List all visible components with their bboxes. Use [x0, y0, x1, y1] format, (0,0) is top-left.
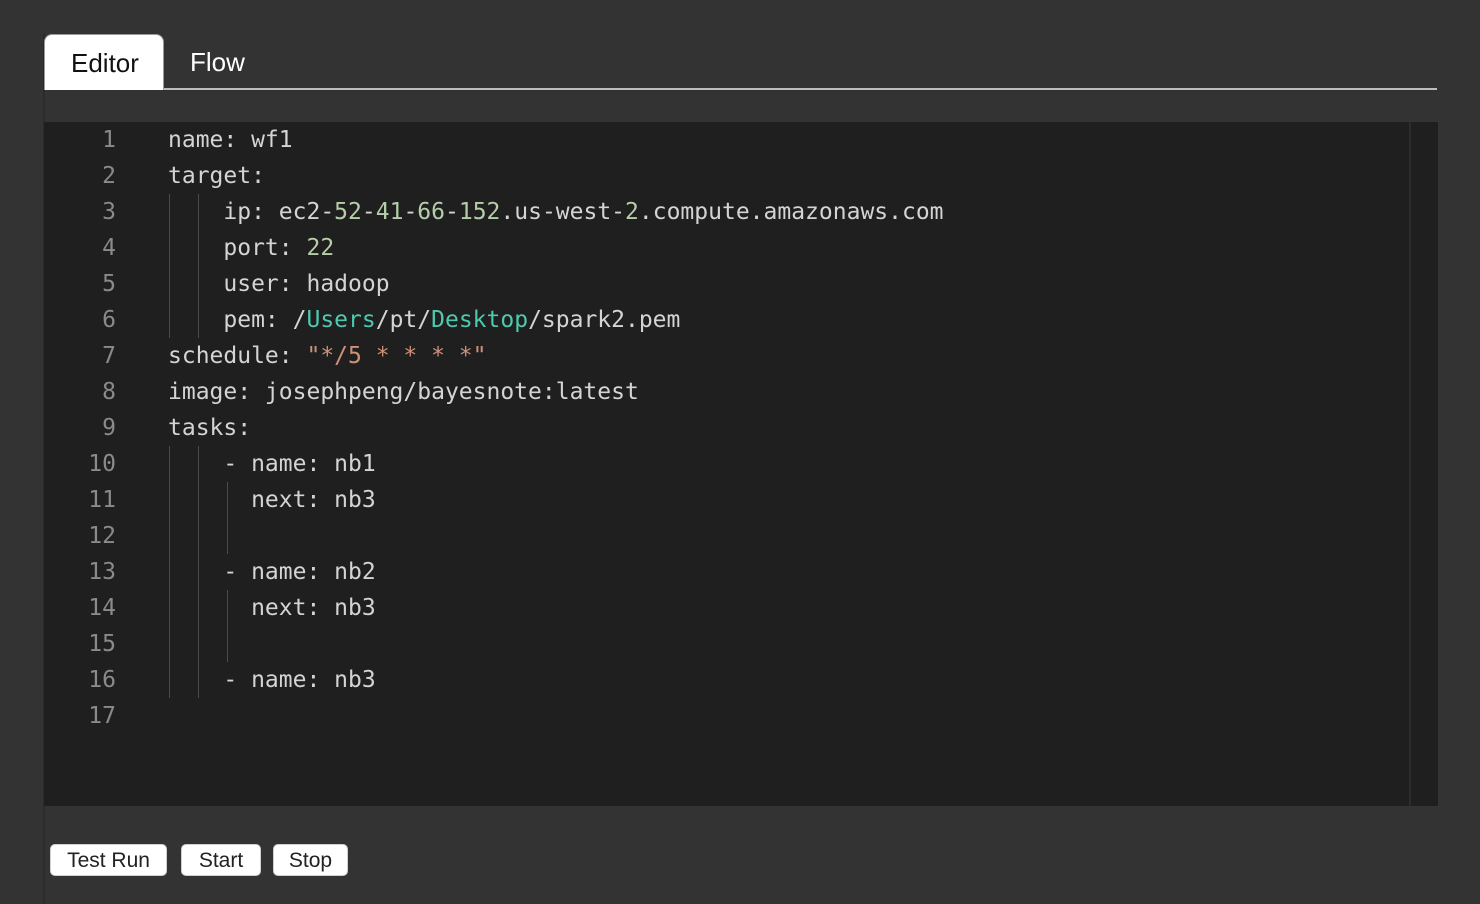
- code-line: - name: nb2: [168, 554, 376, 590]
- line-number: 4: [102, 235, 116, 261]
- line-number: 13: [88, 559, 116, 585]
- line-number: 8: [102, 379, 116, 405]
- vertical-scrollbar[interactable]: [1411, 124, 1438, 806]
- line-number: 17: [88, 703, 116, 729]
- code-token: -: [445, 199, 459, 225]
- line-number: 2: [102, 163, 116, 189]
- code-token: "*/5 * * * *": [306, 343, 487, 369]
- line-number: 14: [88, 595, 116, 621]
- code-token: user: hadoop: [168, 271, 390, 297]
- stop-button[interactable]: Stop: [273, 844, 348, 876]
- line-number: 15: [88, 631, 116, 657]
- code-token: -: [403, 199, 418, 225]
- code-line: image: josephpeng/bayesnote:latest: [168, 374, 639, 410]
- code-token: - name: nb1: [168, 451, 376, 477]
- indent-guide: [227, 590, 228, 662]
- line-number: 5: [102, 271, 116, 297]
- tab-editor[interactable]: Editor: [44, 34, 164, 90]
- code-area[interactable]: name: wf1 target: ip: ec2-52-41-66-152.us…: [168, 122, 1408, 806]
- line-number-gutter: 1 2 3 4 5 6 7 8 9 10 11 12 13 14 15 16 17: [44, 122, 134, 806]
- line-number: 16: [88, 667, 116, 693]
- code-line: - name: nb3: [168, 662, 376, 698]
- tab-flow[interactable]: Flow: [164, 34, 271, 89]
- code-line: - name: nb1: [168, 446, 376, 482]
- code-line: next: nb3: [168, 590, 376, 626]
- code-token: 152: [458, 199, 501, 225]
- code-line: ip: ec2-52-41-66-152.us-west-2.compute.a…: [168, 194, 944, 230]
- code-token: schedule:: [168, 343, 307, 369]
- indent-guide: [227, 482, 228, 554]
- code-token: - name: nb2: [168, 559, 376, 585]
- tab-bar: Editor Flow: [44, 34, 1437, 90]
- code-line: tasks:: [168, 410, 251, 446]
- start-button[interactable]: Start: [181, 844, 261, 876]
- indent-guide: [198, 446, 199, 698]
- code-token: 52: [334, 199, 362, 225]
- line-number: 10: [88, 451, 116, 477]
- code-token: 22: [306, 235, 335, 261]
- code-token: .us-west-: [500, 199, 626, 225]
- indent-guide: [169, 194, 170, 338]
- line-number: 11: [88, 487, 116, 513]
- line-number: 9: [102, 415, 116, 441]
- code-token: /pt/: [375, 307, 432, 333]
- code-token: pem: /: [168, 307, 307, 333]
- test-run-button[interactable]: Test Run: [50, 844, 167, 876]
- line-number: 1: [102, 127, 116, 153]
- code-token: Desktop: [431, 307, 529, 333]
- code-token: image: josephpeng/bayesnote:latest: [168, 379, 639, 405]
- code-token: 66: [417, 199, 445, 225]
- code-token: 41: [375, 199, 404, 225]
- line-number: 6: [102, 307, 116, 333]
- code-line: name: wf1: [168, 122, 293, 158]
- line-number: 7: [102, 343, 116, 369]
- code-line: user: hadoop: [168, 266, 390, 302]
- code-token: port:: [168, 235, 307, 261]
- code-line: schedule: "*/5 * * * *": [168, 338, 487, 374]
- code-token: -: [361, 199, 376, 225]
- indent-guide: [198, 194, 199, 338]
- code-token: next: nb3: [168, 595, 376, 621]
- code-token: .compute.amazonaws.com: [638, 199, 944, 225]
- code-token: /spark2.pem: [528, 307, 681, 333]
- code-line: next: nb3: [168, 482, 376, 518]
- code-token: Users: [306, 307, 376, 333]
- code-token: tasks:: [168, 415, 252, 441]
- code-line: target:: [168, 158, 265, 194]
- code-line: port: 22: [168, 230, 334, 266]
- indent-guide: [169, 446, 170, 698]
- code-token: - name: nb3: [168, 667, 376, 693]
- code-token: 2: [625, 199, 639, 225]
- code-editor[interactable]: 1 2 3 4 5 6 7 8 9 10 11 12 13 14 15 16 17 name: wf1 targe…: [44, 122, 1438, 806]
- code-token: target:: [168, 163, 265, 189]
- code-token: name: wf1: [168, 127, 293, 153]
- code-token: ip: ec2-: [168, 199, 335, 225]
- code-token: next: nb3: [168, 487, 376, 513]
- line-number: 12: [88, 523, 116, 549]
- code-line: pem: /Users/pt/Desktop/spark2.pem: [168, 302, 680, 338]
- line-number: 3: [102, 199, 116, 225]
